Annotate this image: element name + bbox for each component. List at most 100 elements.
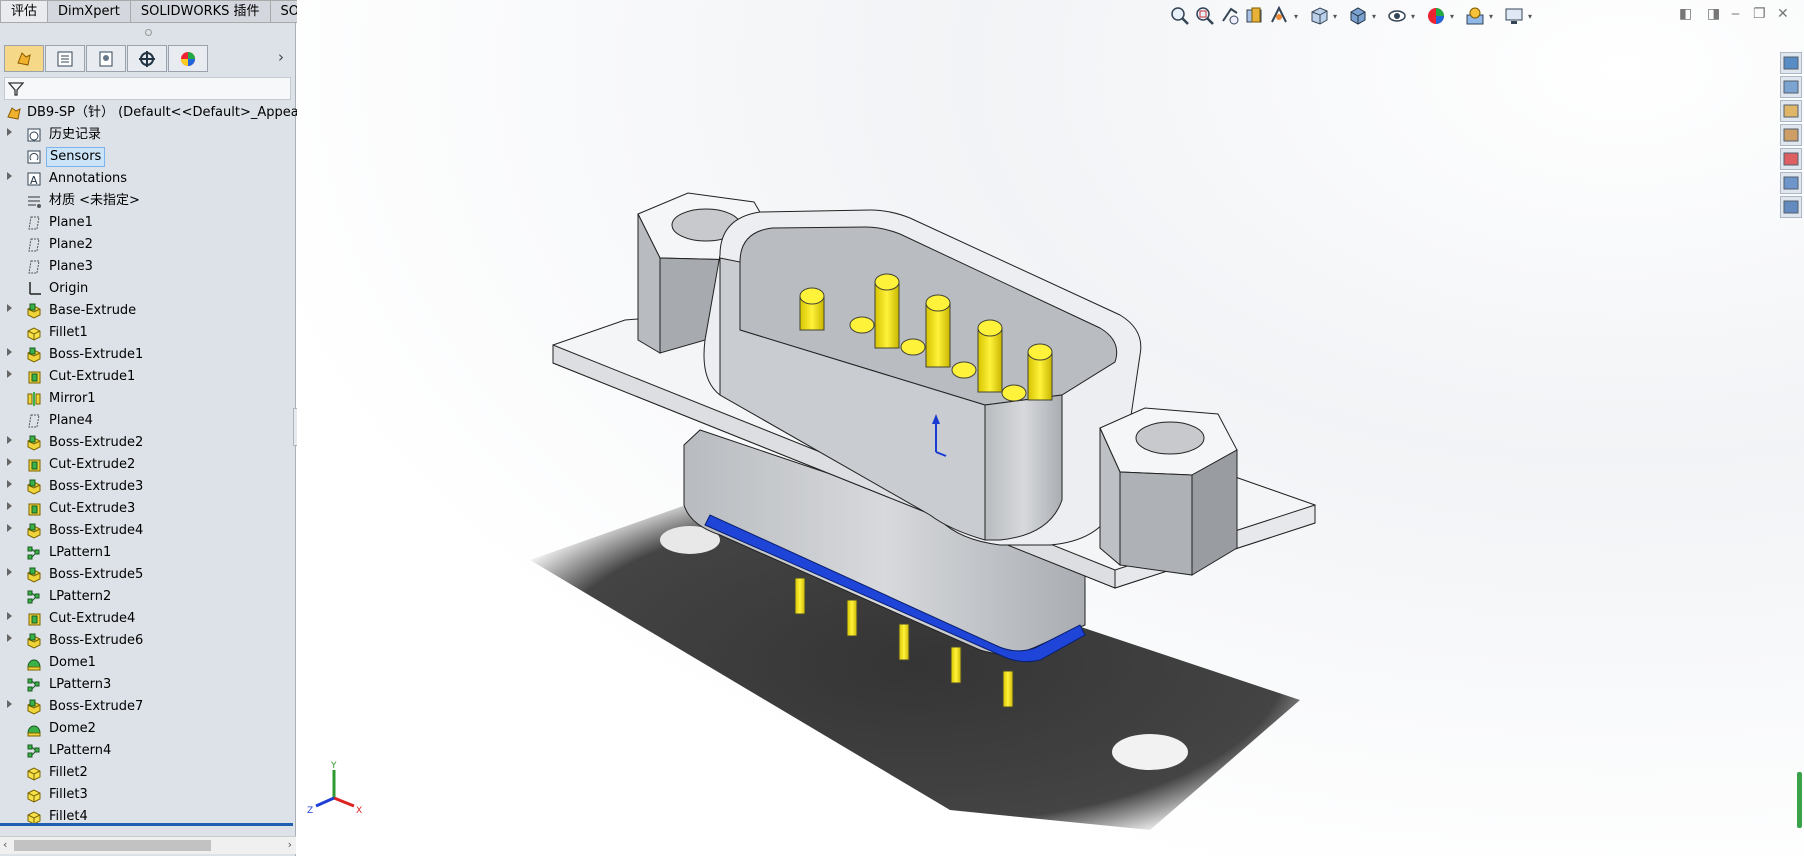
tree-root-label: DB9-SP（针） (Default<<Default>_Appearanc bbox=[27, 105, 328, 120]
tab-dimxpert-manager[interactable] bbox=[127, 45, 167, 72]
rollback-bar[interactable] bbox=[0, 823, 293, 826]
tree-item[interactable]: Cut-Extrude4 bbox=[0, 608, 296, 630]
expand-arrow-icon[interactable] bbox=[7, 634, 12, 642]
tree-item[interactable]: Dome1 bbox=[0, 652, 296, 674]
tree-item[interactable]: LPattern4 bbox=[0, 740, 296, 762]
tree-item-label: Boss-Extrude7 bbox=[49, 699, 144, 714]
mirror-icon bbox=[26, 391, 42, 407]
expand-arrow-icon[interactable] bbox=[7, 524, 12, 532]
tree-root-part[interactable]: DB9-SP（针） (Default<<Default>_Appearanc bbox=[0, 102, 327, 124]
tree-item[interactable]: Boss-Extrude1 bbox=[0, 344, 296, 366]
origin-icon bbox=[26, 281, 42, 297]
tree-item-label: LPattern3 bbox=[49, 677, 112, 692]
tab-property-manager[interactable] bbox=[45, 45, 85, 72]
scroll-left-icon[interactable]: ‹ bbox=[3, 838, 7, 851]
configuration-manager-icon bbox=[99, 51, 113, 66]
tree-item[interactable]: Boss-Extrude3 bbox=[0, 476, 296, 498]
tree-item-label: Dome1 bbox=[49, 655, 96, 670]
tab-feature-manager[interactable] bbox=[4, 45, 44, 72]
extrude-icon bbox=[26, 479, 42, 495]
extrude-icon bbox=[26, 347, 42, 363]
expand-arrow-icon[interactable] bbox=[7, 436, 12, 444]
expand-arrow-icon[interactable] bbox=[7, 172, 12, 180]
tree-item[interactable]: Origin bbox=[0, 278, 296, 300]
tree-item-label: Boss-Extrude3 bbox=[49, 479, 144, 494]
tree-filter[interactable] bbox=[4, 77, 291, 100]
expand-arrow-icon[interactable] bbox=[7, 304, 12, 312]
pattern-icon bbox=[26, 677, 42, 693]
tab-display-manager[interactable] bbox=[168, 45, 208, 72]
tree-item[interactable]: Plane1 bbox=[0, 212, 296, 234]
forum-icon[interactable] bbox=[1780, 196, 1802, 218]
tree-item[interactable]: Cut-Extrude3 bbox=[0, 498, 296, 520]
tree-item[interactable]: LPattern2 bbox=[0, 586, 296, 608]
tree-item[interactable]: Plane4 bbox=[0, 410, 296, 432]
tree-item[interactable]: Fillet1 bbox=[0, 322, 296, 344]
scroll-thumb[interactable] bbox=[14, 840, 211, 851]
tree-item[interactable]: Boss-Extrude2 bbox=[0, 432, 296, 454]
tree-item[interactable]: LPattern3 bbox=[0, 674, 296, 696]
tree-item[interactable]: Cut-Extrude1 bbox=[0, 366, 296, 388]
command-tab[interactable]: 评估 bbox=[0, 0, 49, 23]
tree-item[interactable]: Fillet3 bbox=[0, 784, 296, 806]
file-explorer-icon[interactable] bbox=[1780, 100, 1802, 122]
view-triad[interactable]: Y X Z bbox=[304, 758, 364, 818]
panel-horizontal-scrollbar[interactable]: ‹ › bbox=[0, 836, 296, 854]
tree-item-label: Boss-Extrude1 bbox=[49, 347, 144, 362]
design-library-icon[interactable] bbox=[1780, 76, 1802, 98]
tree-item-label: Boss-Extrude4 bbox=[49, 523, 144, 538]
tree-item[interactable]: Fillet2 bbox=[0, 762, 296, 784]
panel-grip[interactable] bbox=[0, 23, 296, 39]
connector-model[interactable] bbox=[297, 0, 1804, 856]
tree-item[interactable]: Mirror1 bbox=[0, 388, 296, 410]
dimxpert-manager-icon bbox=[139, 50, 155, 67]
command-tab[interactable]: DimXpert bbox=[47, 0, 131, 23]
tree-item[interactable]: Cut-Extrude2 bbox=[0, 454, 296, 476]
expand-arrow-icon[interactable] bbox=[7, 612, 12, 620]
expand-arrow-icon[interactable] bbox=[7, 502, 12, 510]
cut-icon bbox=[26, 369, 42, 385]
tree-item[interactable]: Boss-Extrude4 bbox=[0, 520, 296, 542]
tree-item-label: Plane3 bbox=[49, 259, 93, 274]
tree-item[interactable]: Plane3 bbox=[0, 256, 296, 278]
tree-item-label: 历史记录 bbox=[49, 127, 102, 142]
tree-item-label: Cut-Extrude2 bbox=[49, 457, 136, 472]
appearances-icon[interactable] bbox=[1780, 148, 1802, 170]
tree-item-label: Sensors bbox=[46, 147, 106, 167]
tree-item[interactable]: 材质 <未指定> bbox=[0, 190, 296, 212]
tree-item[interactable]: 历史记录 bbox=[0, 124, 296, 146]
expand-arrow-icon[interactable] bbox=[7, 370, 12, 378]
sensors-icon bbox=[26, 149, 42, 165]
tree-item-label: Cut-Extrude4 bbox=[49, 611, 136, 626]
history-icon bbox=[26, 127, 42, 143]
tree-item[interactable]: Sensors bbox=[0, 146, 296, 168]
scroll-right-icon[interactable]: › bbox=[288, 838, 292, 851]
tree-item[interactable]: Boss-Extrude5 bbox=[0, 564, 296, 586]
graphics-area[interactable]: ▾ ▾ ▾ ▾ ▾ ▾ ▾ ◧ ◨ ‒ ❐ ✕ Y X Z bbox=[297, 0, 1804, 856]
tree-item-label: LPattern4 bbox=[49, 743, 112, 758]
expand-arrow-icon[interactable] bbox=[7, 568, 12, 576]
command-tab[interactable]: SOLIDWORKS 插件 bbox=[129, 0, 271, 23]
custom-properties-icon[interactable] bbox=[1780, 172, 1802, 194]
view-palette-icon[interactable] bbox=[1780, 124, 1802, 146]
expand-arrow-icon[interactable] bbox=[7, 128, 12, 136]
tree-item[interactable]: A Annotations bbox=[0, 168, 296, 190]
expand-arrow-icon[interactable] bbox=[7, 458, 12, 466]
zoom-indicator[interactable] bbox=[1797, 772, 1802, 828]
plane-icon bbox=[26, 259, 42, 275]
tree-item[interactable]: Base-Extrude bbox=[0, 300, 296, 322]
expand-arrow-icon[interactable] bbox=[7, 700, 12, 708]
solidworks-resources-icon[interactable] bbox=[1780, 52, 1802, 74]
tree-item[interactable]: Dome2 bbox=[0, 718, 296, 740]
expand-arrow-icon[interactable] bbox=[7, 480, 12, 488]
panel-tabs-next-arrow[interactable]: › bbox=[278, 48, 284, 66]
tree-item[interactable]: Boss-Extrude7 bbox=[0, 696, 296, 718]
tree-item-label: Boss-Extrude2 bbox=[49, 435, 144, 450]
tree-item[interactable]: Plane2 bbox=[0, 234, 296, 256]
expand-arrow-icon[interactable] bbox=[7, 348, 12, 356]
tree-item[interactable]: LPattern1 bbox=[0, 542, 296, 564]
tree-item[interactable]: Boss-Extrude6 bbox=[0, 630, 296, 652]
tree-item-label: LPattern2 bbox=[49, 589, 112, 604]
tab-configuration-manager[interactable] bbox=[86, 45, 126, 72]
tree-item-label: Plane2 bbox=[49, 237, 93, 252]
